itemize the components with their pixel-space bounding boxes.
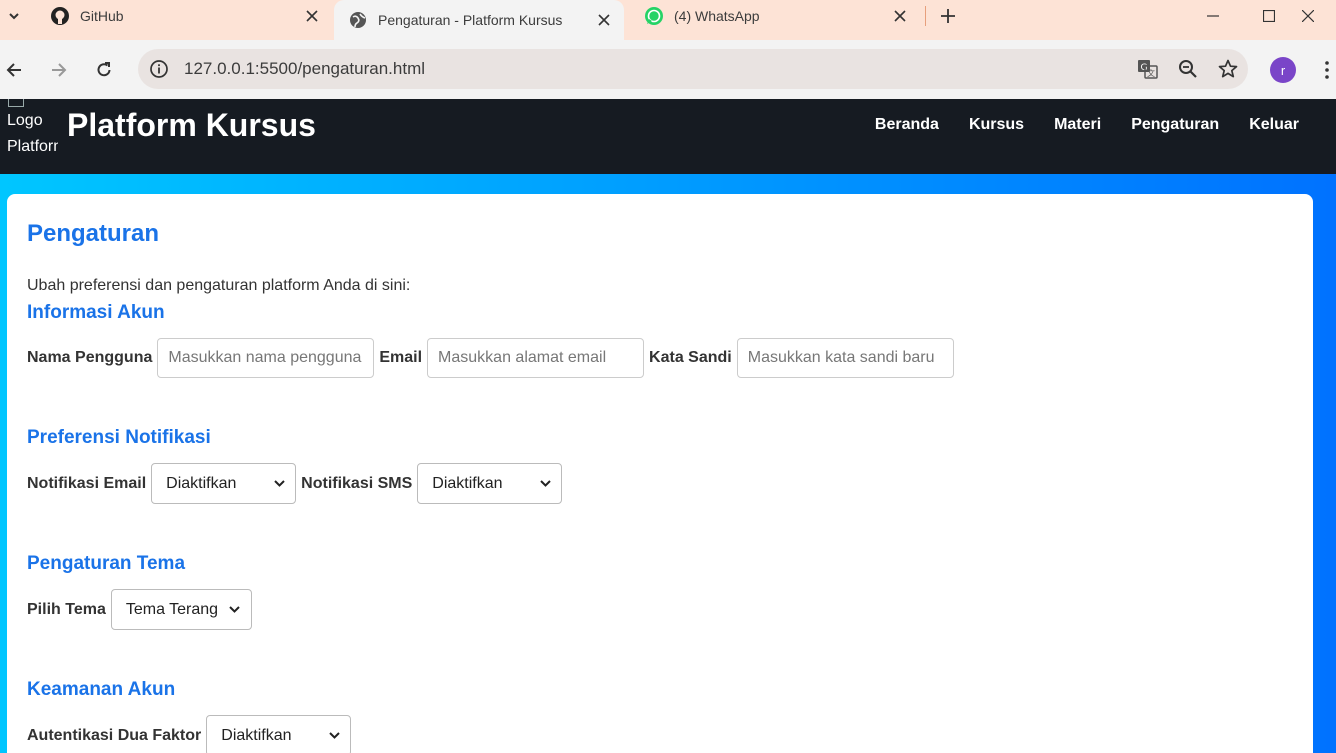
- new-tab-plus-icon[interactable]: [934, 2, 962, 30]
- reload-icon[interactable]: [86, 52, 122, 88]
- logo-alt-text: Logo Platform: [7, 112, 58, 155]
- browser-tab-pengaturan[interactable]: Pengaturan - Platform Kursus: [334, 0, 624, 40]
- tab-title: GitHub: [80, 8, 124, 24]
- nav-link-kursus[interactable]: Kursus: [969, 116, 1024, 134]
- section-heading-notifications: Preferensi Notifikasi: [27, 427, 211, 448]
- chevron-down-icon: [539, 478, 551, 490]
- two-factor-label: Autentikasi Dua Faktor: [27, 726, 202, 744]
- select-value: Diaktifkan: [221, 726, 292, 744]
- page-title: Pengaturan: [27, 220, 160, 247]
- profile-avatar[interactable]: r: [1270, 57, 1296, 83]
- close-icon[interactable]: [302, 6, 322, 26]
- logo-image[interactable]: Logo Platform: [6, 99, 58, 157]
- zoom-out-icon[interactable]: [1168, 51, 1208, 87]
- site-header: Logo Platform Platform Kursus Beranda Ku…: [0, 99, 1336, 174]
- bookmark-star-icon[interactable]: [1208, 51, 1248, 87]
- browser-tab-whatsapp[interactable]: (4) WhatsApp: [630, 0, 920, 32]
- sms-notification-select[interactable]: Diaktifkan: [417, 463, 563, 504]
- security-form-row: Autentikasi Dua Faktor Diaktifkan: [27, 715, 352, 753]
- email-notification-select[interactable]: Diaktifkan: [151, 463, 297, 504]
- svg-text:文: 文: [1147, 68, 1155, 78]
- theme-select[interactable]: Tema Terang: [110, 589, 252, 630]
- select-value: Diaktifkan: [432, 474, 503, 492]
- nav-link-keluar[interactable]: Keluar: [1249, 116, 1299, 134]
- translate-icon[interactable]: G文: [1128, 51, 1168, 87]
- minimize-icon[interactable]: [1185, 0, 1241, 32]
- theme-label: Pilih Tema: [27, 600, 106, 618]
- notification-form-row: Notifikasi Email Diaktifkan Notifikasi S…: [27, 463, 563, 504]
- sms-notification-label: Notifikasi SMS: [301, 474, 413, 492]
- more-menu-icon[interactable]: [1318, 57, 1336, 83]
- back-arrow-icon[interactable]: [0, 52, 32, 88]
- browser-tab-github[interactable]: GitHub: [36, 0, 332, 32]
- tab-title: (4) WhatsApp: [674, 8, 760, 24]
- main-nav: Beranda Kursus Materi Pengaturan Keluar: [875, 116, 1299, 134]
- tab-separator: [925, 6, 926, 26]
- section-heading-theme: Pengaturan Tema: [27, 553, 186, 574]
- theme-form-row: Pilih Tema Tema Terang: [27, 589, 252, 630]
- whatsapp-icon: [644, 6, 664, 26]
- url-text: 127.0.0.1:5500/pengaturan.html: [184, 59, 426, 78]
- nav-link-beranda[interactable]: Beranda: [875, 116, 939, 134]
- settings-card: Pengaturan Ubah preferensi dan pengatura…: [7, 194, 1313, 753]
- account-form-row: Nama Pengguna Email Kata Sandi: [27, 338, 954, 378]
- username-label: Nama Pengguna: [27, 349, 153, 366]
- section-heading-security: Keamanan Akun: [27, 679, 176, 700]
- forward-arrow-icon[interactable]: [41, 52, 77, 88]
- chevron-down-icon: [328, 730, 340, 742]
- globe-icon: [348, 10, 368, 30]
- nav-link-materi[interactable]: Materi: [1054, 116, 1101, 134]
- github-icon: [50, 6, 70, 26]
- address-bar[interactable]: 127.0.0.1:5500/pengaturan.html G文: [138, 49, 1248, 89]
- page-intro: Ubah preferensi dan pengaturan platform …: [27, 277, 411, 294]
- email-input[interactable]: [427, 338, 645, 378]
- site-info-icon[interactable]: [146, 56, 172, 82]
- two-factor-select[interactable]: Diaktifkan: [206, 715, 352, 753]
- broken-image-icon: [8, 99, 24, 107]
- browser-tab-strip: GitHub Pengaturan - Platform Kursus (4) …: [0, 0, 1336, 40]
- password-label: Kata Sandi: [649, 349, 732, 366]
- select-value: Tema Terang: [125, 600, 219, 618]
- window-close-icon[interactable]: [1280, 0, 1336, 32]
- username-input[interactable]: [157, 338, 375, 378]
- browser-toolbar: 127.0.0.1:5500/pengaturan.html G文 r: [0, 40, 1336, 99]
- password-input[interactable]: [736, 338, 954, 378]
- select-value: Diaktifkan: [166, 474, 237, 492]
- nav-link-pengaturan[interactable]: Pengaturan: [1131, 116, 1219, 134]
- chevron-down-icon: [229, 604, 241, 616]
- site-title: Platform Kursus: [67, 107, 316, 143]
- email-label: Email: [379, 349, 423, 366]
- email-notification-label: Notifikasi Email: [27, 474, 147, 492]
- chevron-down-icon: [273, 478, 285, 490]
- tab-title: Pengaturan - Platform Kursus: [378, 12, 563, 28]
- section-heading-account: Informasi Akun: [27, 302, 165, 323]
- close-icon[interactable]: [594, 10, 614, 30]
- tab-search-icon[interactable]: [0, 0, 28, 32]
- close-icon[interactable]: [890, 6, 910, 26]
